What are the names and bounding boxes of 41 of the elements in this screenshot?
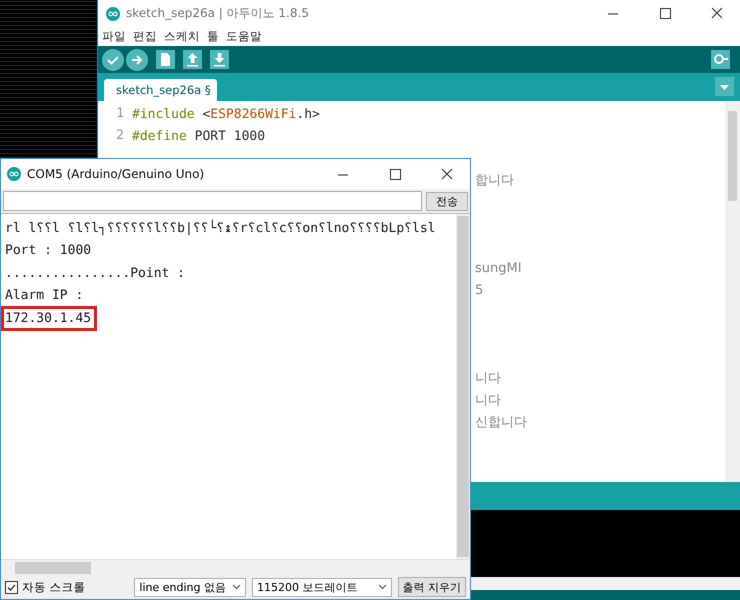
code-text: 신합니다 bbox=[475, 414, 527, 431]
code-text: 니다 bbox=[475, 392, 501, 409]
code-text: sungMI bbox=[475, 260, 522, 276]
chevron-down-icon bbox=[378, 584, 386, 590]
document-icon[interactable] bbox=[156, 50, 175, 69]
output-line: ................Point : bbox=[4, 264, 186, 283]
line-number: 1 bbox=[115, 105, 125, 123]
autoscroll-label: 자동 스크롤 bbox=[22, 580, 86, 594]
send-input-field[interactable] bbox=[3, 191, 422, 211]
scrollbar[interactable] bbox=[725, 101, 740, 482]
line-number: 2 bbox=[115, 127, 125, 145]
output-line: Port : 1000 bbox=[4, 242, 92, 260]
output-line: rl l⸮⸮l ⸮l⸮l┐⸮⸮⸮⸮⸮⸮l⸮⸮b|⸮⸮└⸮↨⸮r⸮cl⸮c⸮⸮on⸮lno⸮⸮⸮⸮bLp⸮lsl bbox=[4, 218, 436, 238]
menu-item[interactable]: 스케치 bbox=[164, 29, 200, 44]
code-line: #define PORT 1000 bbox=[131, 128, 266, 144]
arrow-right-icon[interactable] bbox=[126, 48, 148, 70]
code-text: 5 bbox=[475, 282, 484, 298]
editor-tab[interactable]: sketch_sep26a § bbox=[104, 79, 217, 101]
chevron-down-icon bbox=[232, 584, 241, 590]
baud-rate-dropdown[interactable]: 115200 보드레이트 bbox=[252, 578, 392, 596]
code-text: 합니다 bbox=[475, 172, 514, 189]
autoscroll-checkbox[interactable] bbox=[5, 580, 18, 594]
scrollbar[interactable] bbox=[456, 214, 470, 559]
horizontal-scrollbar[interactable] bbox=[1, 559, 470, 575]
search-icon[interactable] bbox=[711, 50, 730, 69]
dropdown-icon[interactable] bbox=[715, 77, 734, 96]
menu-item[interactable]: 도움말 bbox=[226, 29, 262, 44]
arduino-logo-icon bbox=[7, 167, 21, 181]
code-line: #include <ESP8266WiFi.h> bbox=[131, 106, 320, 122]
menu-item[interactable]: 툴 bbox=[207, 29, 219, 44]
check-icon[interactable] bbox=[102, 48, 124, 70]
output-line: Alarm IP : bbox=[4, 287, 84, 306]
arduino-logo-icon bbox=[106, 6, 120, 20]
menu-item[interactable]: 파일 bbox=[102, 29, 126, 44]
clear-output-button[interactable]: 출력 지우기 bbox=[398, 577, 466, 597]
code-text: 니다 bbox=[475, 370, 501, 387]
send-button[interactable]: 전송 bbox=[426, 192, 468, 210]
line-ending-dropdown[interactable]: line ending 없음 bbox=[134, 578, 246, 596]
window-title: sketch_sep26a | 아두이노 1.8.5 bbox=[126, 5, 310, 22]
window-title: COM5 (Arduino/Genuino Uno) bbox=[27, 167, 206, 181]
menu-item[interactable]: 편집 bbox=[133, 29, 157, 44]
